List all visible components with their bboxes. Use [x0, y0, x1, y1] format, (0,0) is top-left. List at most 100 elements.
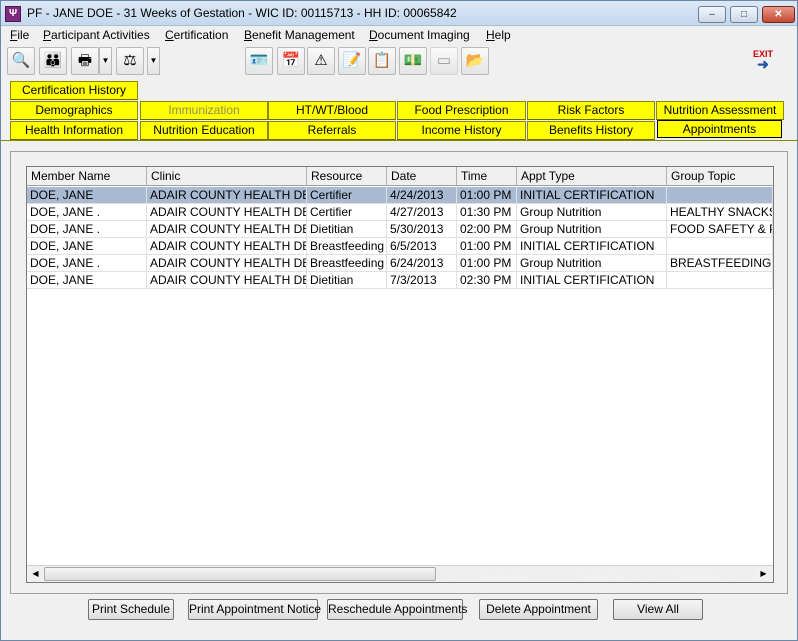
window-title: PF - JANE DOE - 31 Weeks of Gestation - … — [27, 6, 457, 20]
tab-appointments[interactable]: Appointments — [657, 120, 782, 138]
print-schedule-button[interactable]: Print Schedule — [88, 599, 174, 620]
table-row[interactable]: DOE, JANE ADAIR COUNTY HEALTH DE Certifier… — [27, 187, 773, 204]
toolbar: 🔍 👪 🖶 ▼ ⚖ ▼ 🪪 📅 ⚠ 📝 📋 💵 ▭ 📂 EXIT ➜ — [1, 45, 797, 81]
tab-benefits-history[interactable]: Benefits History — [527, 121, 655, 140]
tab-immunization: Immunization — [140, 101, 268, 120]
tab-health-information[interactable]: Health Information — [10, 121, 138, 140]
cell-date: 4/24/2013 — [387, 187, 457, 204]
column-header-resource[interactable]: Resource — [307, 167, 387, 186]
settings-note-icon[interactable]: 📝 — [338, 47, 366, 75]
column-header-time[interactable]: Time — [457, 167, 517, 186]
menu-bar: File Participant Activities Certificatio… — [1, 27, 797, 45]
tab-nutrition-assessment[interactable]: Nutrition Assessment — [656, 101, 784, 120]
family-icon[interactable]: 👪 — [39, 47, 67, 75]
menu-document-imaging[interactable]: Document Imaging — [369, 28, 470, 42]
calendar-icon[interactable]: 📅 — [277, 47, 305, 75]
cell-appt-type: INITIAL CERTIFICATION — [517, 187, 667, 204]
warning-icon[interactable]: ⚠ — [307, 47, 335, 75]
cell-group-topic — [667, 238, 773, 255]
cell-member-name: DOE, JANE . — [27, 204, 147, 221]
cell-appt-type: Group Nutrition — [517, 221, 667, 238]
cell-date: 5/30/2013 — [387, 221, 457, 238]
wic-app-icon[interactable]: Ψ — [5, 6, 21, 22]
table-row[interactable]: DOE, JANE . ADAIR COUNTY HEALTH DE Certifi… — [27, 204, 773, 221]
minimize-button[interactable]: – — [698, 6, 726, 23]
table-row[interactable]: DOE, JANE ADAIR COUNTY HEALTH DE Breastfee… — [27, 238, 773, 255]
menu-file[interactable]: File — [10, 28, 29, 42]
cell-clinic: ADAIR COUNTY HEALTH DE — [147, 221, 307, 238]
tab-food-prescription[interactable]: Food Prescription — [397, 101, 526, 120]
scroll-right-icon[interactable]: ▶ — [756, 567, 771, 581]
appointments-panel: Member Name Clinic Resource Date Time Ap… — [10, 151, 788, 594]
delete-appointment-button[interactable]: Delete Appointment — [479, 599, 598, 620]
cell-group-topic — [667, 272, 773, 289]
cell-resource: Breastfeeding — [307, 238, 387, 255]
close-button[interactable]: ✕ — [762, 6, 795, 23]
title-bar: Ψ PF - JANE DOE - 31 Weeks of Gestation … — [1, 1, 797, 26]
cell-appt-type: Group Nutrition — [517, 255, 667, 272]
menu-participant-activities[interactable]: Participant Activities — [43, 28, 150, 42]
disabled-card-icon: ▭ — [430, 47, 458, 75]
cell-appt-type: INITIAL CERTIFICATION — [517, 272, 667, 289]
tab-nutrition-education[interactable]: Nutrition Education — [140, 121, 268, 140]
column-header-member-name[interactable]: Member Name — [27, 167, 147, 186]
appointments-grid[interactable]: Member Name Clinic Resource Date Time Ap… — [26, 166, 774, 583]
column-header-clinic[interactable]: Clinic — [147, 167, 307, 186]
exit-button[interactable]: EXIT ➜ — [748, 49, 778, 77]
horizontal-scrollbar[interactable]: ◀ ▶ — [27, 565, 773, 582]
scroll-left-icon[interactable]: ◀ — [28, 567, 43, 581]
cell-clinic: ADAIR COUNTY HEALTH DE — [147, 272, 307, 289]
cell-resource: Certifier — [307, 187, 387, 204]
cell-time: 01:30 PM — [457, 204, 517, 221]
tab-certification-history[interactable]: Certification History — [10, 81, 138, 100]
column-header-group-topic[interactable]: Group Topic — [667, 167, 773, 186]
print-appointment-notice-button[interactable]: Print Appointment Notice — [188, 599, 321, 620]
view-all-button[interactable]: View All — [613, 599, 703, 620]
table-row[interactable]: DOE, JANE ADAIR COUNTY HEALTH DE Dietitian… — [27, 272, 773, 289]
cell-group-topic — [667, 187, 773, 204]
tab-ht-wt-blood[interactable]: HT/WT/Blood — [268, 101, 396, 120]
cell-date: 6/24/2013 — [387, 255, 457, 272]
cell-time: 01:00 PM — [457, 255, 517, 272]
column-header-appt-type[interactable]: Appt Type — [517, 167, 667, 186]
tools-dropdown-icon[interactable]: ▼ — [147, 47, 160, 75]
main-window: Ψ PF - JANE DOE - 31 Weeks of Gestation … — [0, 0, 798, 641]
tab-demographics[interactable]: Demographics — [10, 101, 138, 120]
cell-member-name: DOE, JANE . — [27, 221, 147, 238]
scrollbar-track[interactable] — [437, 567, 755, 581]
cell-clinic: ADAIR COUNTY HEALTH DE — [147, 255, 307, 272]
cell-clinic: ADAIR COUNTY HEALTH DE — [147, 238, 307, 255]
id-card-icon[interactable]: 🪪 — [245, 47, 273, 75]
menu-help[interactable]: Help — [486, 28, 511, 42]
tab-risk-factors[interactable]: Risk Factors — [527, 101, 655, 120]
cell-time: 01:00 PM — [457, 187, 517, 204]
voucher-icon[interactable]: 💵 — [399, 47, 427, 75]
cell-clinic: ADAIR COUNTY HEALTH DE — [147, 187, 307, 204]
column-header-date[interactable]: Date — [387, 167, 457, 186]
printer-dropdown-icon[interactable]: ▼ — [99, 47, 112, 75]
magnifier-icon[interactable]: 🔍 — [7, 47, 35, 75]
menu-benefit-management[interactable]: Benefit Management — [244, 28, 355, 42]
menu-certification[interactable]: Certification — [165, 28, 228, 42]
cell-group-topic: FOOD SAFETY & PR — [667, 221, 773, 238]
scale-tools-icon[interactable]: ⚖ — [116, 47, 144, 75]
maximize-button[interactable]: □ — [730, 6, 758, 23]
cell-member-name: DOE, JANE — [27, 272, 147, 289]
scrollbar-thumb[interactable] — [44, 567, 436, 581]
cell-resource: Dietitian — [307, 221, 387, 238]
cell-appt-type: Group Nutrition — [517, 204, 667, 221]
table-row[interactable]: DOE, JANE . ADAIR COUNTY HEALTH DE Breastf… — [27, 255, 773, 272]
cell-time: 02:00 PM — [457, 221, 517, 238]
reschedule-appointments-button[interactable]: Reschedule Appointments — [327, 599, 467, 620]
cell-member-name: DOE, JANE — [27, 238, 147, 255]
tab-referrals[interactable]: Referrals — [268, 121, 396, 140]
cell-group-topic: BREASTFEEDING C — [667, 255, 773, 272]
folder-arrow-icon[interactable]: 📂 — [461, 47, 489, 75]
form-icon[interactable]: 📋 — [368, 47, 396, 75]
cell-group-topic: HEALTHY SNACKS — [667, 204, 773, 221]
cell-resource: Dietitian — [307, 272, 387, 289]
printer-icon[interactable]: 🖶 — [71, 47, 99, 75]
table-row[interactable]: DOE, JANE . ADAIR COUNTY HEALTH DE Dietiti… — [27, 221, 773, 238]
exit-arrow-icon: ➜ — [757, 56, 769, 72]
tab-income-history[interactable]: Income History — [397, 121, 526, 140]
